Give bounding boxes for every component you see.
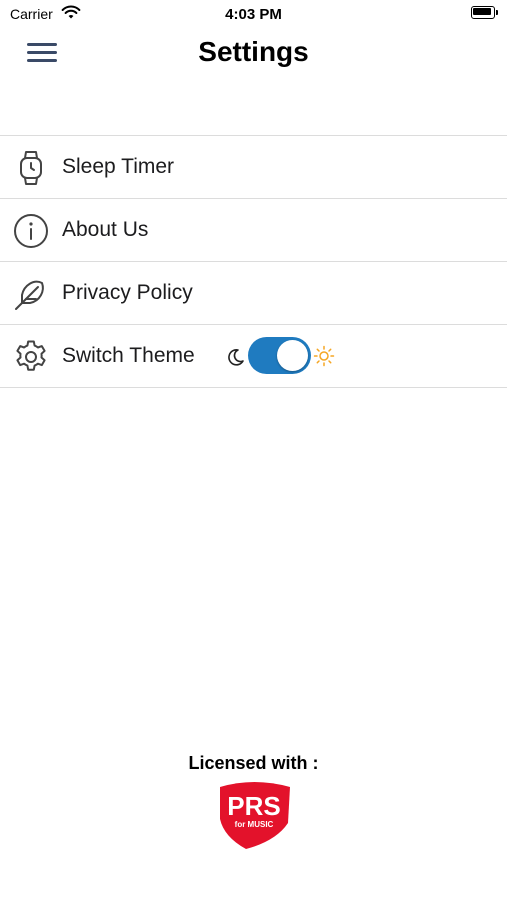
- settings-list: Sleep Timer About Us Privacy Policy Swit…: [0, 135, 507, 388]
- sun-icon: [313, 345, 335, 367]
- settings-item-label: Sleep Timer: [62, 155, 175, 178]
- theme-toggle[interactable]: [248, 337, 311, 374]
- status-bar: Carrier 4:03 PM: [0, 0, 507, 28]
- moon-icon: [228, 349, 244, 366]
- settings-item-about-us[interactable]: About Us: [0, 199, 507, 262]
- settings-item-label: Switch Theme: [62, 344, 195, 367]
- page-title: Settings: [198, 36, 309, 67]
- logo-sub-text: for MUSIC: [235, 820, 274, 829]
- toggle-knob: [277, 340, 308, 371]
- gear-icon: [16, 340, 46, 371]
- feather-icon: [15, 280, 44, 310]
- prs-for-music-logo: PRS for MUSIC: [220, 782, 290, 849]
- info-icon: [14, 214, 48, 248]
- settings-item-switch-theme: Switch Theme: [0, 325, 507, 388]
- settings-item-sleep-timer[interactable]: Sleep Timer: [0, 136, 507, 199]
- nav-bar: Settings: [0, 28, 507, 78]
- settings-item-privacy-policy[interactable]: Privacy Policy: [0, 262, 507, 325]
- licensed-label: Licensed with :: [188, 753, 319, 773]
- logo-main-text: PRS: [227, 791, 280, 821]
- status-time: 4:03 PM: [225, 6, 282, 23]
- settings-item-label: Privacy Policy: [62, 281, 193, 304]
- watch-icon: [20, 151, 42, 185]
- settings-item-label: About Us: [62, 218, 149, 241]
- battery-icon: [471, 6, 498, 19]
